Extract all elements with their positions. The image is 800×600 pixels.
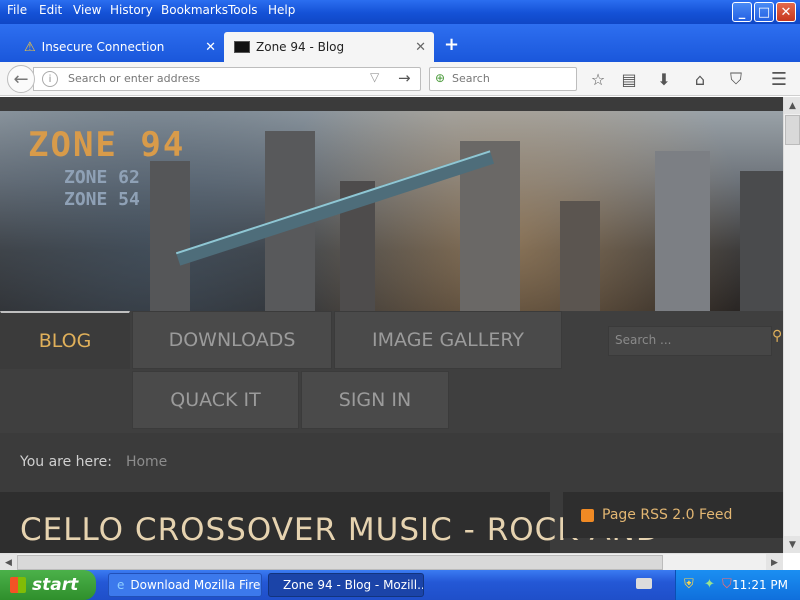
minimize-button[interactable]: _	[732, 2, 752, 22]
back-button[interactable]: ←	[7, 65, 35, 93]
start-button[interactable]: start	[0, 570, 96, 600]
scroll-up-icon[interactable]: ▲	[784, 97, 800, 114]
nav-image-gallery[interactable]: IMAGE GALLERY	[334, 311, 562, 369]
menu-edit[interactable]: Edit	[39, 3, 62, 17]
menu-tools[interactable]: Tools	[228, 3, 258, 17]
maximize-button[interactable]: □	[754, 2, 774, 22]
info-icon[interactable]: i	[42, 71, 58, 87]
new-tab-button[interactable]: +	[444, 34, 459, 55]
vertical-scroll-thumb[interactable]	[785, 115, 800, 145]
article-card: CELLO CROSSOVER MUSIC - ROCK AND	[0, 492, 660, 553]
rss-feed-link[interactable]: Page RSS 2.0 Feed	[602, 507, 732, 523]
home-icon[interactable]: ⌂	[688, 67, 712, 91]
site-logo: ZONE 94	[28, 125, 186, 165]
address-bar[interactable]: i Search or enter address ▽ →	[33, 67, 421, 91]
scroll-left-icon[interactable]: ◀	[0, 554, 17, 571]
taskbar-item-download[interactable]: e Download Mozilla Fire...	[108, 573, 262, 597]
nav-blog[interactable]: BLOG	[0, 311, 130, 369]
menu-icon[interactable]: ☰	[767, 67, 791, 91]
logo-subtitle: ZONE 62	[64, 167, 140, 188]
scroll-right-icon[interactable]: ▶	[766, 554, 783, 571]
close-tab-icon[interactable]: ✕	[205, 40, 216, 55]
search-placeholder: Search	[452, 72, 490, 85]
close-window-button[interactable]: ✕	[776, 2, 796, 22]
scroll-down-icon[interactable]: ▼	[784, 536, 800, 553]
breadcrumb-prefix: You are here:	[20, 454, 112, 470]
reading-list-icon[interactable]: ▤	[617, 67, 641, 91]
taskbar-item-label: Download Mozilla Fire...	[130, 578, 262, 592]
search-icon[interactable]: ⚲	[772, 328, 782, 344]
start-label: start	[32, 575, 79, 595]
breadcrumb: You are here: Home	[0, 444, 783, 480]
rss-feed-widget: Page RSS 2.0 Feed	[563, 492, 783, 538]
ie-icon: e	[117, 578, 125, 592]
tab-title: Zone 94 - Blog	[256, 40, 345, 54]
clock: 11:21 PM	[732, 578, 788, 592]
close-tab-icon[interactable]: ✕	[415, 40, 426, 55]
page-content: ZONE 94 ZONE 62 ZONE 54 BLOG DOWNLOADS I…	[0, 97, 783, 553]
pocket-icon[interactable]: ⛉	[724, 67, 748, 91]
site-favicon	[234, 41, 250, 53]
nav-quack-it[interactable]: QUACK IT	[132, 371, 299, 429]
menu-file[interactable]: File	[7, 3, 27, 17]
go-arrow-icon[interactable]: →	[398, 69, 411, 87]
vertical-scrollbar[interactable]: ▲ ▼	[783, 97, 800, 553]
rss-icon[interactable]	[581, 508, 594, 522]
system-tray: ⛨ ✦ ⛉ 11:21 PM	[675, 570, 800, 600]
bookmark-star-icon[interactable]: ☆	[586, 67, 610, 91]
monorail-track	[175, 150, 495, 266]
menu-history[interactable]: History	[110, 3, 153, 17]
menu-help[interactable]: Help	[268, 3, 295, 17]
logo-subtitle: ZONE 54	[64, 189, 140, 210]
menu-view[interactable]: View	[73, 3, 101, 17]
nav-downloads[interactable]: DOWNLOADS	[132, 311, 332, 369]
taskbar-item-firefox[interactable]: Zone 94 - Blog - Mozill...	[268, 573, 424, 597]
header-banner: ZONE 94 ZONE 62 ZONE 54	[0, 111, 783, 311]
tab-insecure-connection[interactable]: ⚠ Insecure Connection ✕	[16, 32, 222, 62]
antivirus-icon[interactable]: ⛉	[722, 577, 732, 592]
tab-title: Insecure Connection	[41, 40, 165, 54]
search-engine-icon[interactable]: ⊕	[435, 71, 445, 85]
warning-icon: ⚠	[24, 39, 36, 55]
nav-sign-in[interactable]: SIGN IN	[301, 371, 449, 429]
horizontal-scroll-thumb[interactable]	[17, 555, 663, 570]
network-icon[interactable]: ✦	[704, 577, 715, 592]
dropdown-arrow-icon[interactable]: ▽	[370, 70, 379, 84]
breadcrumb-home[interactable]: Home	[126, 454, 167, 470]
security-shield-icon[interactable]: ⛨	[684, 577, 694, 592]
menu-bookmarks[interactable]: Bookmarks	[161, 3, 228, 17]
horizontal-scrollbar[interactable]: ◀ ▶	[0, 553, 783, 571]
taskbar-item-label: Zone 94 - Blog - Mozill...	[283, 578, 424, 592]
address-placeholder: Search or enter address	[68, 72, 201, 85]
site-search-placeholder: Search ...	[615, 333, 672, 347]
search-box[interactable]: ⊕ Search	[429, 67, 577, 91]
tab-zone94-blog[interactable]: Zone 94 - Blog ✕	[224, 32, 434, 62]
site-search-input[interactable]: Search ...	[608, 326, 772, 356]
keyboard-icon[interactable]	[636, 578, 652, 589]
download-icon[interactable]: ⬇	[652, 67, 676, 91]
windows-logo-icon	[10, 577, 26, 593]
